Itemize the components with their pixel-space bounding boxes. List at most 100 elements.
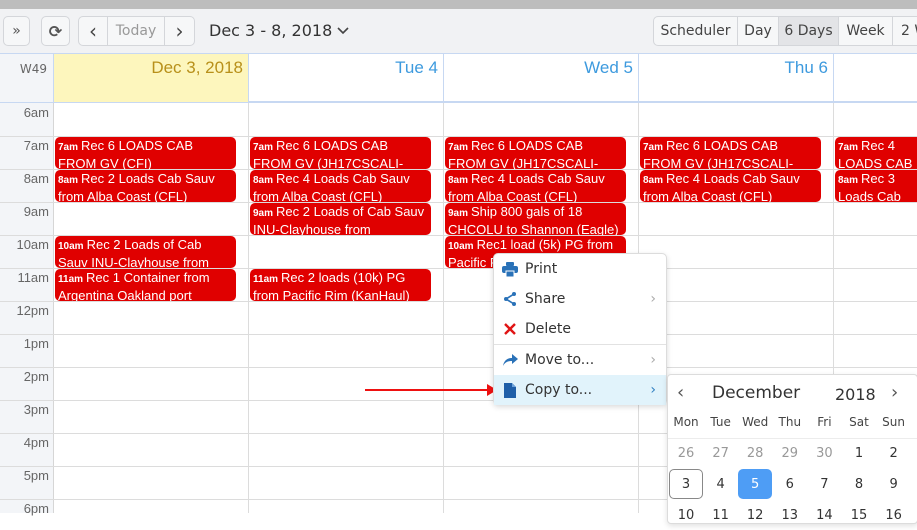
hour-gridline	[0, 334, 917, 335]
menu-item-delete[interactable]: Delete	[494, 314, 666, 344]
day-header-wed[interactable]: Wed 5	[444, 54, 639, 102]
menu-item-copy-to[interactable]: Copy to... ›	[494, 375, 666, 405]
next-month-button[interactable]: ›	[891, 382, 898, 403]
calendar-event[interactable]: 9am Rec 2 Loads of Cab Sauv INU-Clayhouse…	[250, 203, 431, 235]
event-title: Ship 800 gals of 18 CHCOLU to Shannon (E…	[448, 204, 619, 235]
calendar-event[interactable]: 11am Rec 2 loads (10k) PG from Pacific Ri…	[250, 269, 431, 301]
date-cell[interactable]: 30	[807, 438, 841, 468]
date-cell[interactable]: 16	[877, 500, 911, 530]
calendar-event[interactable]: 7amRec 4 LOADS CAB FROM GV (JH	[835, 137, 917, 169]
event-time: 11am	[253, 274, 279, 285]
calendar-event[interactable]: 8amRec 3 Loads Cab Sauv from Alba Coast	[835, 170, 917, 202]
calendar-event[interactable]: 8am Rec 4 Loads Cab Sauv from Alba Coast …	[640, 170, 821, 202]
chevron-left-icon: ‹	[89, 19, 97, 43]
weekday-label: Thu	[778, 415, 802, 429]
menu-item-print[interactable]: Print	[494, 254, 666, 284]
date-cell[interactable]: 10	[669, 500, 703, 530]
chevron-right-icon: ›	[650, 382, 656, 398]
calendar-event[interactable]: 7am Rec 6 LOADS CAB FROM GV (JH17CSCALI-	[445, 137, 626, 169]
event-time: 8am	[448, 175, 469, 186]
next-period-button[interactable]: ›	[165, 17, 194, 45]
view-6days-tab[interactable]: 6 Days	[779, 17, 839, 45]
event-time: 8am	[643, 175, 664, 186]
delete-icon	[501, 320, 519, 338]
day-header-fri[interactable]	[834, 54, 917, 102]
event-time: 7am	[643, 142, 664, 153]
day-column-divider	[443, 103, 444, 513]
date-cell[interactable]: 28	[738, 438, 772, 468]
date-cell[interactable]: 7	[807, 469, 841, 499]
event-time: 7am	[838, 142, 859, 153]
date-cell[interactable]: 27	[704, 438, 738, 468]
prev-period-button[interactable]: ‹	[79, 17, 108, 45]
date-cell[interactable]: 1	[842, 438, 876, 468]
copy-icon	[501, 381, 519, 399]
date-cell[interactable]: 14	[807, 500, 841, 530]
event-time: 8am	[253, 175, 274, 186]
event-time: 9am	[253, 208, 274, 219]
chevron-right-icon: ›	[650, 291, 656, 307]
time-label: 9am	[23, 204, 49, 219]
date-cell[interactable]: 26	[669, 438, 703, 468]
view-scheduler-tab[interactable]: Scheduler	[654, 17, 738, 45]
day-header-tue[interactable]: Tue 4	[249, 54, 444, 102]
time-label: 11am	[17, 270, 49, 285]
calendar-event[interactable]: 7am Rec 6 LOADS CAB FROM GV (JH17CSCALI-	[640, 137, 821, 169]
time-label: 8am	[23, 171, 49, 186]
date-cell[interactable]: 15	[842, 500, 876, 530]
calendar-event[interactable]: 9am Ship 800 gals of 18 CHCOLU to Shannon…	[445, 203, 626, 235]
today-button[interactable]: Today	[108, 17, 165, 45]
weekday-label: Wed	[742, 415, 769, 429]
chevron-down-icon	[337, 26, 349, 34]
menu-item-share[interactable]: Share ›	[494, 284, 666, 314]
today-date-cell[interactable]: 3	[669, 469, 703, 499]
day-header-mon[interactable]: Dec 3, 2018	[54, 54, 249, 102]
event-title: Rec 6 LOADS CAB FROM GV (JH17CSCALI-	[643, 138, 794, 169]
toolbar: » ⟳ ‹ Today › Dec 3 - 8, 2018 Scheduler …	[0, 9, 917, 53]
date-cell[interactable]: 12	[738, 500, 772, 530]
weekday-label: Sun	[882, 415, 905, 429]
year-label[interactable]: 2018	[835, 385, 876, 404]
event-title: Rec 2 Loads of Cab Sauv INU-Clayhouse fr…	[253, 204, 425, 235]
date-cell[interactable]: 4	[704, 469, 738, 499]
calendar-event[interactable]: 7am Rec 6 LOADS CAB FROM GV (JH17CSCALI-	[250, 137, 431, 169]
date-cell[interactable]: 8	[842, 469, 876, 499]
day-header-thu[interactable]: Thu 6	[639, 54, 834, 102]
calendar-event[interactable]: 11am Rec 1 Container from Argentina Oakla…	[55, 269, 236, 301]
weekday-label: Fri	[817, 415, 832, 429]
share-icon	[501, 290, 519, 308]
refresh-button[interactable]: ⟳	[41, 16, 70, 46]
event-time: 10am	[448, 241, 474, 252]
date-cell[interactable]: 29	[773, 438, 807, 468]
view-week-tab[interactable]: Week	[839, 17, 893, 45]
refresh-icon: ⟳	[48, 21, 63, 41]
date-cell[interactable]: 11	[704, 500, 738, 530]
expand-sidebar-button[interactable]: »	[3, 16, 30, 46]
view-day-tab[interactable]: Day	[738, 17, 779, 45]
event-time: 7am	[448, 142, 469, 153]
view-2weeks-tab[interactable]: 2 W	[893, 17, 917, 45]
date-cell[interactable]: 2	[877, 438, 911, 468]
event-title: Rec 4 Loads Cab Sauv from Alba Coast (CF…	[253, 171, 410, 202]
event-time: 7am	[253, 142, 274, 153]
week-number: W49	[0, 54, 54, 102]
calendar-event[interactable]: 8am Rec 4 Loads Cab Sauv from Alba Coast …	[250, 170, 431, 202]
prev-month-button[interactable]: ‹	[677, 382, 684, 403]
calendar-event[interactable]: 7am Rec 6 LOADS CAB FROM GV (CFI)	[55, 137, 236, 169]
event-time: 11am	[58, 274, 84, 285]
date-cell[interactable]: 13	[773, 500, 807, 530]
date-nav-group: ‹ Today ›	[78, 16, 195, 46]
menu-item-move-to[interactable]: Move to... ›	[494, 345, 666, 375]
selected-date-cell[interactable]: 5	[738, 469, 773, 499]
calendar-event[interactable]: 8am Rec 2 Loads Cab Sauv from Alba Coast …	[55, 170, 236, 202]
calendar-event[interactable]: 10am Rec 2 Loads of Cab Sauv INU-Clayhous…	[55, 236, 236, 268]
date-cell[interactable]: 9	[877, 469, 911, 499]
window-top-bar	[0, 0, 917, 9]
month-label[interactable]: December	[712, 383, 800, 403]
date-cell[interactable]: 6	[773, 469, 807, 499]
event-title: Rec 6 LOADS CAB FROM GV (CFI)	[58, 138, 194, 169]
calendar-event[interactable]: 8am Rec 4 Loads Cab Sauv from Alba Coast …	[445, 170, 626, 202]
copy-to-date-picker: ‹ December 2018 › Mon Tue Wed Thu Fri Sat Sun …	[667, 374, 917, 524]
event-time: 7am	[58, 142, 79, 153]
date-range-dropdown[interactable]: Dec 3 - 8, 2018	[209, 21, 349, 40]
